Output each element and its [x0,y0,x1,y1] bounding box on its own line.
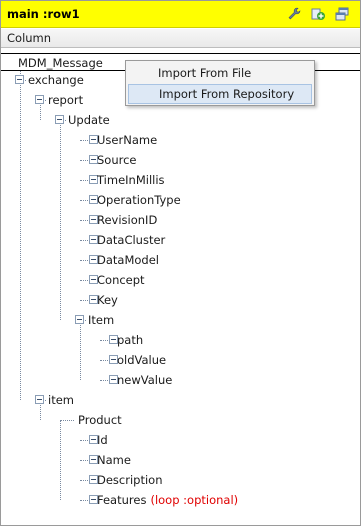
tree-node-leaf[interactable]: Key [97,292,118,308]
collapse-toggle-icon[interactable] [35,395,44,404]
collapse-toggle-icon[interactable] [15,75,24,84]
tree-guide-line [60,420,61,500]
tree-node-label: item [48,393,74,407]
tree-node-label: exchange [28,73,84,87]
tree-node-item-root[interactable]: item [48,392,74,408]
tree-node-label: path [117,333,144,347]
tree-node-label: Product [78,413,122,427]
tree-node-label: DataCluster [97,233,166,247]
add-node-icon[interactable] [309,5,327,23]
menu-item-import-from-file[interactable]: Import From File [128,63,312,83]
tree-node-leaf[interactable]: oldValue [117,352,166,368]
windows-icon[interactable] [333,5,351,23]
tree-node-label: RevisionID [97,213,158,227]
tree-node-label: report [48,93,84,107]
tree-node-leaf[interactable]: RevisionID [97,212,157,228]
tree-node-exchange[interactable]: exchange [28,72,84,88]
tree-node-product[interactable]: Product [78,412,122,428]
tree-node-label: DataModel [97,253,159,267]
tree-guide-line [20,80,21,400]
title-bar: main :row1 [1,1,360,28]
collapse-toggle-icon[interactable] [35,95,44,104]
tree-guide-line [80,320,81,380]
tree-node-leaf[interactable]: TimeInMillis [97,172,165,188]
tree-node-leaf[interactable]: Concept [97,272,145,288]
tree-node-label: Name [97,453,131,467]
column-header-label: Column [7,31,52,45]
tree-node-label: Features [97,493,147,507]
tree-node-label: oldValue [117,353,167,367]
tree-node-label: Concept [97,273,145,287]
tree-node-leaf[interactable]: OperationType [97,192,181,208]
menu-item-import-from-repository[interactable]: Import From Repository [128,84,312,104]
collapse-toggle-icon[interactable] [55,115,64,124]
tree-node-label: TimeInMillis [97,173,165,187]
tree-node-leaf[interactable]: Id [97,432,108,448]
tree-node-features[interactable]: Features (loop :optional) [97,492,238,508]
loop-optional-note: (loop :optional) [150,493,239,507]
tree-node-leaf[interactable]: DataCluster [97,232,165,248]
tree-connector [60,420,74,421]
tree-node-label: Description [97,473,163,487]
context-menu: Import From File Import From Repository [125,60,315,106]
tree-node-item[interactable]: Item [88,312,114,328]
tree-node-label: Id [97,433,108,447]
root-label: MDM_Message [18,56,103,70]
tree-node-leaf[interactable]: DataModel [97,252,159,268]
tree-node-label: Source [97,153,137,167]
tree-node-label: Item [88,313,115,327]
tree-node-leaf[interactable]: UserName [97,132,157,148]
tree-node-label: OperationType [97,193,181,207]
tree-node-leaf[interactable]: path [117,332,143,348]
tree-node-report[interactable]: report [48,92,83,108]
tree-node-leaf[interactable]: Name [97,452,131,468]
mapping-panel: main :row1 Column MDM_Message exchange r… [0,0,361,526]
tree-node-label: Update [68,113,110,127]
tree-node-label: Key [97,293,118,307]
panel-title: main :row1 [7,7,80,21]
collapse-toggle-icon[interactable] [75,315,84,324]
wrench-icon[interactable] [285,5,303,23]
tree-guide-line [60,120,61,320]
tree-node-leaf[interactable]: Description [97,472,163,488]
tree-node-leaf[interactable]: Source [97,152,137,168]
column-header[interactable]: Column [1,29,360,48]
tree-node-leaf[interactable]: newValue [117,372,172,388]
tree-node-update[interactable]: Update [68,112,110,128]
tree-node-label: newValue [117,373,173,387]
tree-node-label: UserName [97,133,158,147]
